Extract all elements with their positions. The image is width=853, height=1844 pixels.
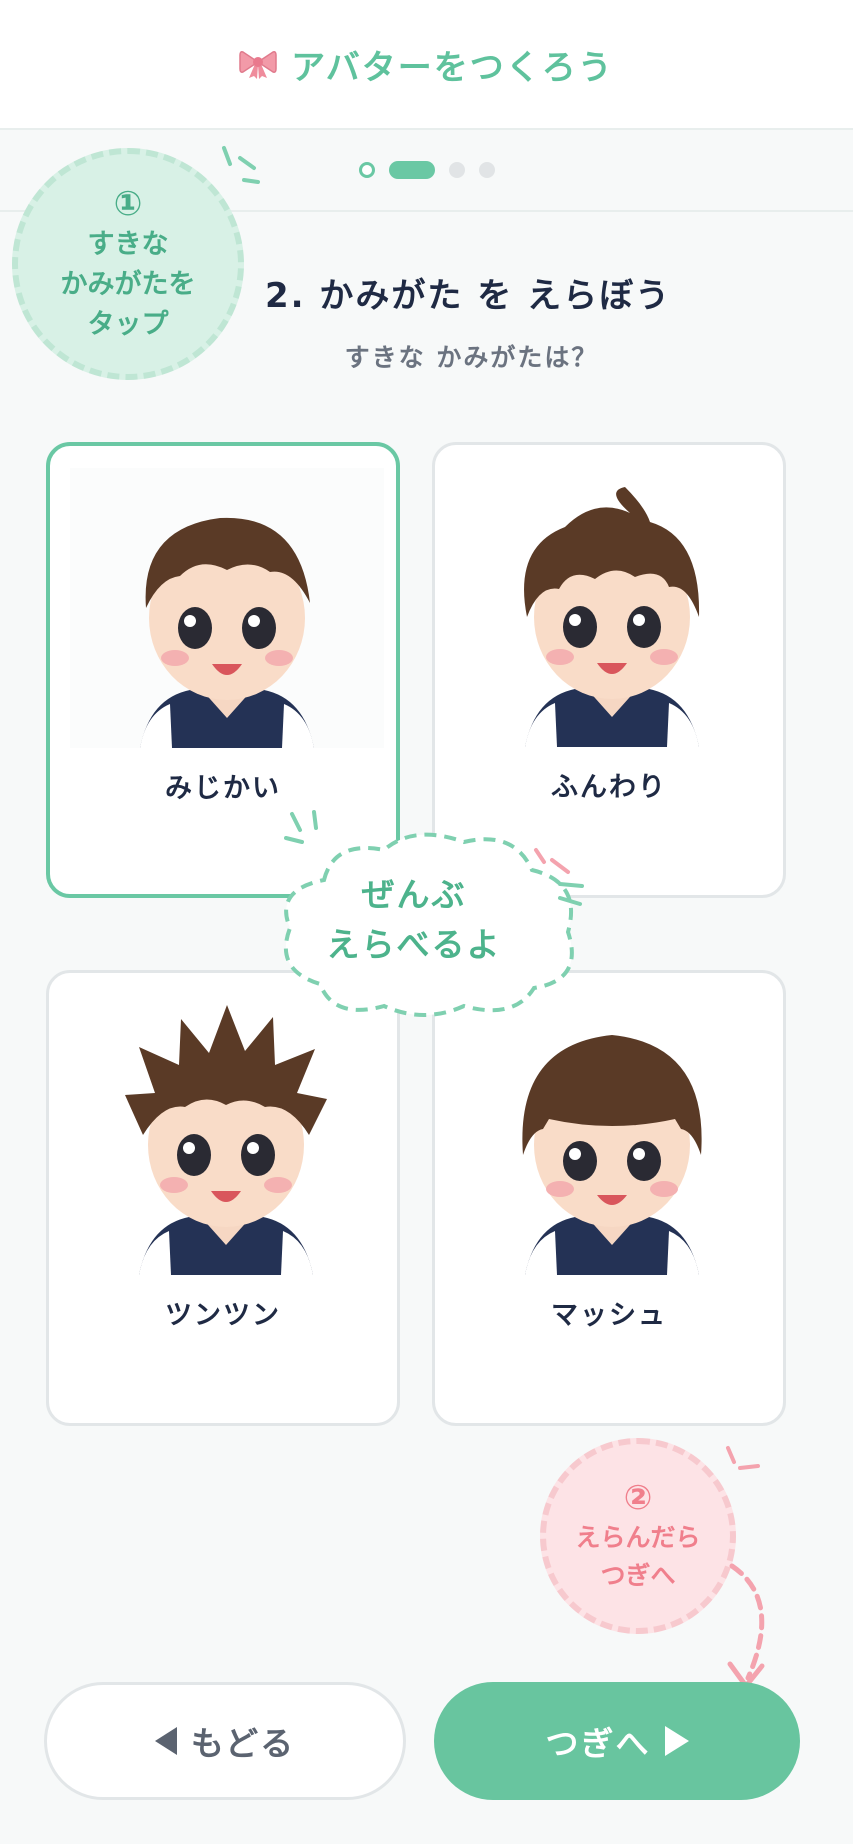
hint-line: つぎへ [600, 1561, 676, 1590]
next-button-label: つぎへ [545, 1724, 651, 1763]
hint-line: すきな [87, 229, 169, 260]
step-dot-2 [388, 161, 435, 179]
dashed-arrow-icon [727, 1563, 765, 1689]
avatar-fluffy-hair [524, 487, 700, 747]
sparkle-icon [222, 146, 260, 184]
sparkle-icon [284, 810, 318, 844]
triangle-left-icon [154, 1727, 177, 1755]
ribbon-icon [239, 51, 277, 79]
app-header: アバターをつくろう [0, 0, 853, 130]
hint-line: えらんだら [575, 1523, 701, 1552]
hair-option-mushroom[interactable]: マッシュ [432, 970, 786, 1426]
question-subtitle: すきな かみがたは？ [344, 343, 599, 372]
triangle-right-icon [664, 1726, 689, 1756]
speech-cloud-text: ぜんぶ えらべるよ [264, 870, 564, 970]
avatar-spiky-hair [125, 1005, 327, 1275]
hint-badge-next: ② えらんだら つぎへ [540, 1438, 736, 1634]
avatar-short-hair [70, 468, 384, 748]
step-dot-4 [478, 162, 495, 178]
cloud-line: ぜんぶ [361, 875, 467, 914]
step-dot-3 [448, 162, 465, 178]
hint-number: ② [623, 1478, 653, 1518]
option-label: みじかい [165, 773, 281, 804]
back-button-label: もどる [190, 1724, 296, 1763]
page-title: アバターをつくろう [291, 47, 614, 88]
hint-line: かみがたを [60, 269, 196, 300]
avatar-mushroom-hair [522, 1035, 702, 1275]
step-dot-1 [358, 162, 375, 178]
question-title: 2. かみがた を えらぼう [265, 276, 672, 316]
next-button[interactable]: つぎへ [434, 1682, 800, 1800]
sparkle-icon [726, 1446, 760, 1470]
option-label: ツンツン [165, 1300, 281, 1331]
option-label: ふんわり [551, 772, 667, 803]
option-label: マッシュ [551, 1300, 667, 1331]
hint-number: ① [113, 184, 143, 224]
hair-option-spiky[interactable]: ツンツン [46, 970, 400, 1426]
back-button[interactable]: もどる [44, 1682, 406, 1800]
cloud-line: えらべるよ [326, 925, 502, 964]
